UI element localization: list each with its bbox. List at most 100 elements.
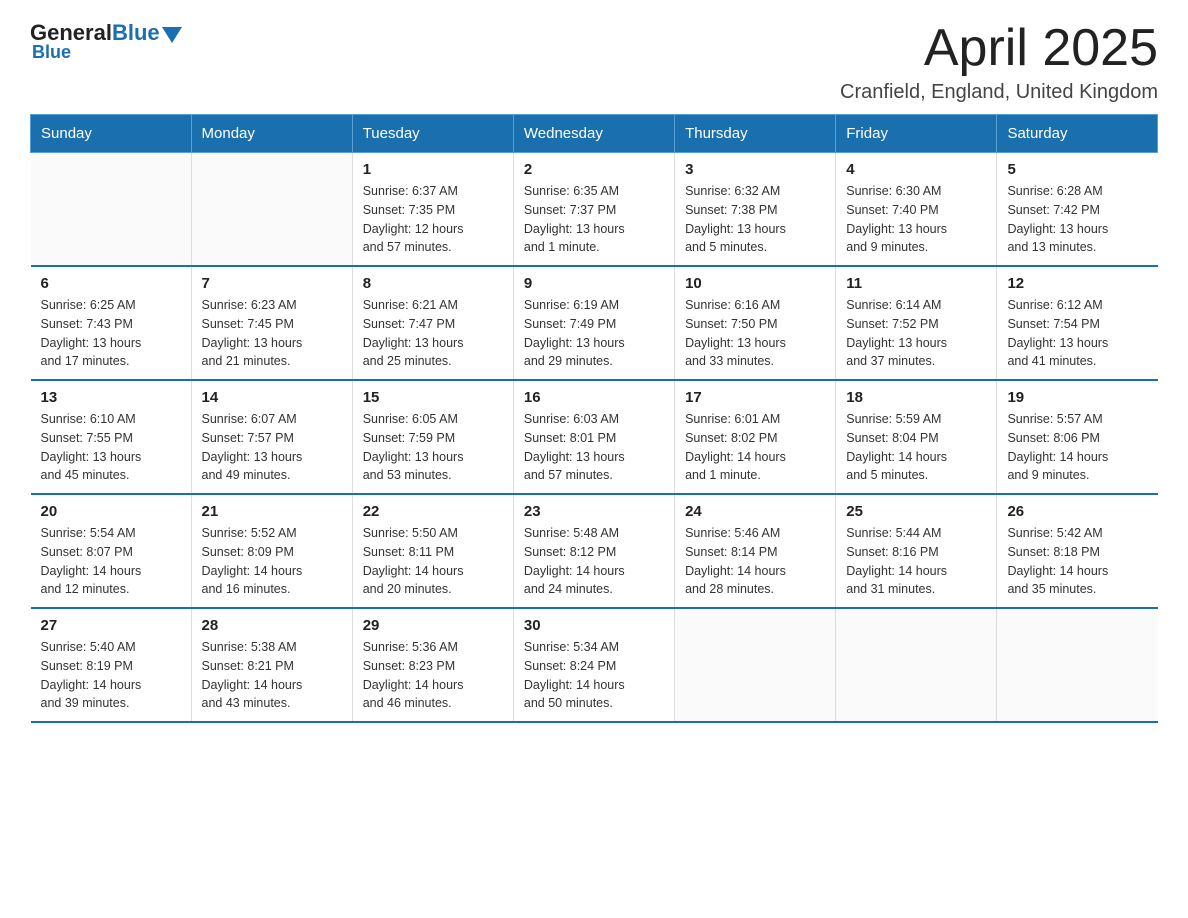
day-info: Sunrise: 6:30 AM Sunset: 7:40 PM Dayligh…	[846, 182, 986, 257]
day-cell: 24 Sunrise: 5:46 AM Sunset: 8:14 PM Dayli…	[675, 494, 836, 608]
day-cell: 9Sunrise: 6:19 AM Sunset: 7:49 PM Daylig…	[513, 266, 674, 380]
title-block: April 2025 Cranfield, England, United Ki…	[840, 20, 1158, 104]
day-number: 6	[41, 275, 181, 292]
day-number: 7	[202, 275, 342, 292]
day-cell: 21Sunrise: 5:52 AM Sunset: 8:09 PM Dayli…	[191, 494, 352, 608]
day-number: 3	[685, 161, 825, 178]
col-header-sunday: Sunday	[31, 115, 192, 153]
logo-blue-text: Blue	[112, 20, 160, 46]
day-number: 30	[524, 617, 664, 634]
week-row-5: 27 Sunrise: 5:40 AM Sunset: 8:19 PM Dayli…	[31, 608, 1158, 722]
day-cell	[836, 608, 997, 722]
day-cell: 14 Sunrise: 6:07 AM Sunset: 7:57 PM Dayli…	[191, 380, 352, 494]
day-cell: 30 Sunrise: 5:34 AM Sunset: 8:24 PM Dayli…	[513, 608, 674, 722]
day-cell: 22 Sunrise: 5:50 AM Sunset: 8:11 PM Dayli…	[352, 494, 513, 608]
day-number: 20	[41, 503, 181, 520]
day-info: Sunrise: 6:32 AM Sunset: 7:38 PM Dayligh…	[685, 182, 825, 257]
col-header-thursday: Thursday	[675, 115, 836, 153]
col-header-tuesday: Tuesday	[352, 115, 513, 153]
day-cell: 28 Sunrise: 5:38 AM Sunset: 8:21 PM Dayli…	[191, 608, 352, 722]
day-info: Sunrise: 6:10 AM Sunset: 7:55 PM Dayligh…	[41, 410, 181, 485]
day-info: Sunrise: 6:07 AM Sunset: 7:57 PM Dayligh…	[202, 410, 342, 485]
day-number: 8	[363, 275, 503, 292]
day-info: Sunrise: 6:21 AM Sunset: 7:47 PM Dayligh…	[363, 296, 503, 371]
day-info: Sunrise: 6:12 AM Sunset: 7:54 PM Dayligh…	[1007, 296, 1147, 371]
day-cell: 5 Sunrise: 6:28 AM Sunset: 7:42 PM Daylig…	[997, 153, 1158, 267]
day-cell: 18Sunrise: 5:59 AM Sunset: 8:04 PM Dayli…	[836, 380, 997, 494]
day-number: 25	[846, 503, 986, 520]
day-number: 1	[363, 161, 503, 178]
day-cell: 16 Sunrise: 6:03 AM Sunset: 8:01 PM Dayli…	[513, 380, 674, 494]
day-number: 13	[41, 389, 181, 406]
day-number: 17	[685, 389, 825, 406]
day-number: 18	[846, 389, 986, 406]
col-header-wednesday: Wednesday	[513, 115, 674, 153]
day-number: 28	[202, 617, 342, 634]
day-cell: 1 Sunrise: 6:37 AM Sunset: 7:35 PM Daylig…	[352, 153, 513, 267]
day-cell	[191, 153, 352, 267]
day-info: Sunrise: 6:25 AM Sunset: 7:43 PM Dayligh…	[41, 296, 181, 371]
day-number: 24	[685, 503, 825, 520]
subtitle: Cranfield, England, United Kingdom	[840, 81, 1158, 104]
day-info: Sunrise: 5:44 AM Sunset: 8:16 PM Dayligh…	[846, 524, 986, 599]
day-cell: 23 Sunrise: 5:48 AM Sunset: 8:12 PM Dayli…	[513, 494, 674, 608]
day-cell	[31, 153, 192, 267]
day-number: 29	[363, 617, 503, 634]
day-number: 14	[202, 389, 342, 406]
calendar-table: SundayMondayTuesdayWednesdayThursdayFrid…	[30, 114, 1158, 723]
day-info: Sunrise: 5:46 AM Sunset: 8:14 PM Dayligh…	[685, 524, 825, 599]
day-number: 27	[41, 617, 181, 634]
day-number: 19	[1007, 389, 1147, 406]
week-row-2: 6 Sunrise: 6:25 AM Sunset: 7:43 PM Daylig…	[31, 266, 1158, 380]
day-cell: 27 Sunrise: 5:40 AM Sunset: 8:19 PM Dayli…	[31, 608, 192, 722]
day-number: 2	[524, 161, 664, 178]
day-cell: 8 Sunrise: 6:21 AM Sunset: 7:47 PM Daylig…	[352, 266, 513, 380]
logo-sub: Blue	[32, 42, 71, 63]
day-number: 11	[846, 275, 986, 292]
day-cell: 3 Sunrise: 6:32 AM Sunset: 7:38 PM Daylig…	[675, 153, 836, 267]
day-info: Sunrise: 5:57 AM Sunset: 8:06 PM Dayligh…	[1007, 410, 1147, 485]
day-info: Sunrise: 5:54 AM Sunset: 8:07 PM Dayligh…	[41, 524, 181, 599]
day-number: 5	[1007, 161, 1147, 178]
day-info: Sunrise: 6:28 AM Sunset: 7:42 PM Dayligh…	[1007, 182, 1147, 257]
day-cell: 6 Sunrise: 6:25 AM Sunset: 7:43 PM Daylig…	[31, 266, 192, 380]
day-info: Sunrise: 6:35 AM Sunset: 7:37 PM Dayligh…	[524, 182, 664, 257]
day-number: 9	[524, 275, 664, 292]
day-info: Sunrise: 6:37 AM Sunset: 7:35 PM Dayligh…	[363, 182, 503, 257]
day-number: 22	[363, 503, 503, 520]
day-info: Sunrise: 5:34 AM Sunset: 8:24 PM Dayligh…	[524, 638, 664, 713]
week-row-3: 13 Sunrise: 6:10 AM Sunset: 7:55 PM Dayli…	[31, 380, 1158, 494]
logo-triangle-icon	[162, 27, 182, 43]
day-info: Sunrise: 6:03 AM Sunset: 8:01 PM Dayligh…	[524, 410, 664, 485]
col-header-saturday: Saturday	[997, 115, 1158, 153]
day-cell	[675, 608, 836, 722]
day-number: 16	[524, 389, 664, 406]
header: General Blue Blue April 2025 Cranfield, …	[30, 20, 1158, 104]
week-row-1: 1 Sunrise: 6:37 AM Sunset: 7:35 PM Daylig…	[31, 153, 1158, 267]
day-cell: 25 Sunrise: 5:44 AM Sunset: 8:16 PM Dayli…	[836, 494, 997, 608]
day-cell: 7Sunrise: 6:23 AM Sunset: 7:45 PM Daylig…	[191, 266, 352, 380]
logo: General Blue Blue	[30, 20, 182, 63]
header-row: SundayMondayTuesdayWednesdayThursdayFrid…	[31, 115, 1158, 153]
day-number: 26	[1007, 503, 1147, 520]
day-info: Sunrise: 6:14 AM Sunset: 7:52 PM Dayligh…	[846, 296, 986, 371]
day-cell: 15Sunrise: 6:05 AM Sunset: 7:59 PM Dayli…	[352, 380, 513, 494]
day-info: Sunrise: 5:50 AM Sunset: 8:11 PM Dayligh…	[363, 524, 503, 599]
day-info: Sunrise: 5:48 AM Sunset: 8:12 PM Dayligh…	[524, 524, 664, 599]
day-number: 10	[685, 275, 825, 292]
day-info: Sunrise: 6:05 AM Sunset: 7:59 PM Dayligh…	[363, 410, 503, 485]
day-cell: 19 Sunrise: 5:57 AM Sunset: 8:06 PM Dayli…	[997, 380, 1158, 494]
day-cell	[997, 608, 1158, 722]
day-number: 23	[524, 503, 664, 520]
day-cell: 11 Sunrise: 6:14 AM Sunset: 7:52 PM Dayli…	[836, 266, 997, 380]
day-info: Sunrise: 5:36 AM Sunset: 8:23 PM Dayligh…	[363, 638, 503, 713]
day-info: Sunrise: 5:38 AM Sunset: 8:21 PM Dayligh…	[202, 638, 342, 713]
day-cell: 17Sunrise: 6:01 AM Sunset: 8:02 PM Dayli…	[675, 380, 836, 494]
day-number: 4	[846, 161, 986, 178]
main-title: April 2025	[840, 20, 1158, 77]
col-header-friday: Friday	[836, 115, 997, 153]
col-header-monday: Monday	[191, 115, 352, 153]
day-info: Sunrise: 5:52 AM Sunset: 8:09 PM Dayligh…	[202, 524, 342, 599]
day-info: Sunrise: 5:40 AM Sunset: 8:19 PM Dayligh…	[41, 638, 181, 713]
day-cell: 29 Sunrise: 5:36 AM Sunset: 8:23 PM Dayli…	[352, 608, 513, 722]
